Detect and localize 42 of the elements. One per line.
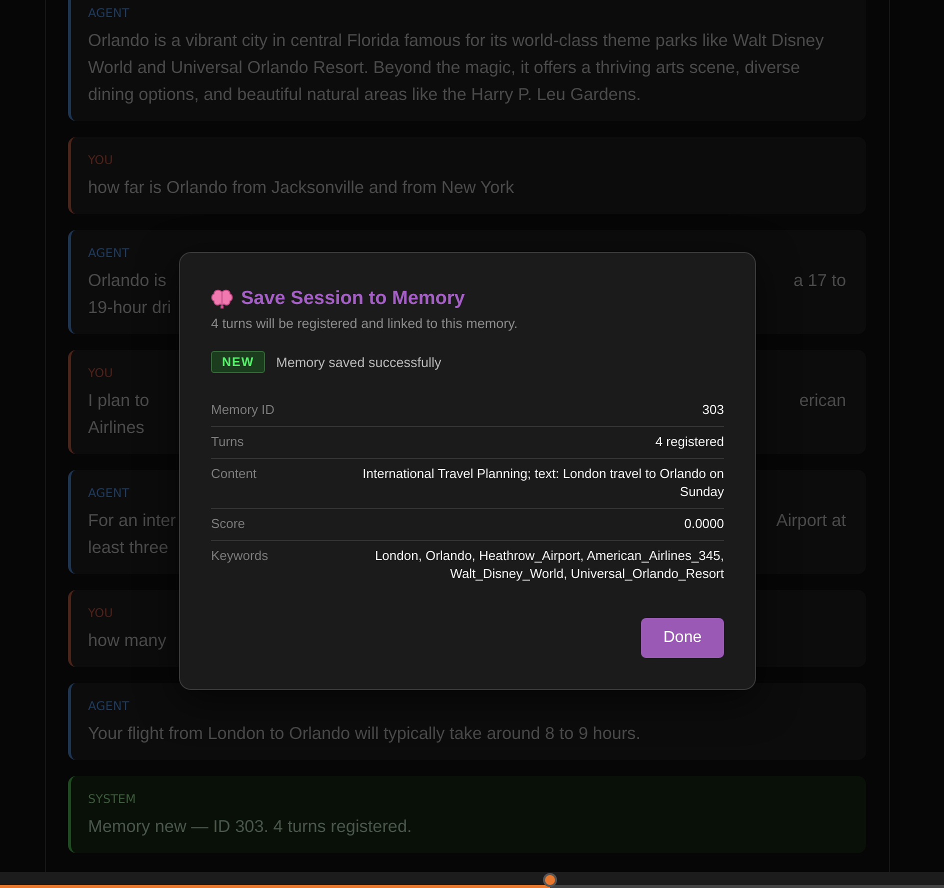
progress-track[interactable] [0,872,944,888]
progress-handle[interactable] [543,873,558,887]
message-text: dining options, and beautiful natural areas like the Harry P. Leu Gardens. [88,83,641,106]
message-text: Airlines [88,416,144,439]
message-text: 19-hour dri [88,296,172,319]
message-text: erican [799,389,846,412]
message-text: a 17 to [793,269,846,292]
message-text: Orlando is [88,269,166,292]
message-text: Your flight from London to Orlando will typically take around 8 to 9 hours. [88,722,641,745]
role-label: AGENT [88,245,130,261]
role-label: SYSTEM [88,791,136,807]
message-text: For an inter [88,509,176,532]
dialog-title: Save Session to Memory [241,287,465,311]
message-text: how many [88,629,166,652]
field-value: 303 [702,401,724,419]
message-text: Memory new — ID 303. 4 turns registered. [88,815,412,838]
field-label: Turns [211,433,244,451]
message-text: Airport at [776,509,846,532]
message-text: least three [88,536,168,559]
field-label: Score [211,515,245,533]
field-label: Keywords [211,547,268,565]
field-value: 4 registered [655,433,724,451]
field-label: Memory ID [211,401,275,419]
role-label: AGENT [88,5,130,21]
message-text: World and Universal Orlando Resort. Beyond the magic, it offers a thriving arts scene, diverse [88,56,800,79]
new-badge: NEW [211,351,266,373]
role-label: AGENT [88,485,130,501]
message-text: I plan to [88,389,150,412]
role-label: AGENT [88,698,130,714]
role-label: YOU [88,365,113,381]
role-label: YOU [88,152,113,168]
message-text: how far is Orlando from Jacksonville and from New York [88,176,514,199]
field-value: International Travel Planning; text: London travel to Orlando on Sunday [362,465,724,501]
done-button[interactable]: Done [641,618,724,658]
field-value: London, Orlando, Heathrow_Airport, American_Airlines_345, Walt_Disney_World, Universal_Orlando_Resort [374,547,724,583]
dialog-subtitle: 4 turns will be registered and linked to this memory. [211,316,519,331]
field-value: 0.0000 [684,515,724,533]
field-label: Content [211,465,257,483]
message-text: Orlando is a vibrant city in central Florida famous for its world-class theme parks like Walt Disney [88,29,824,52]
brain-icon [211,289,233,309]
status-text: Memory saved successfully [276,354,442,370]
role-label: YOU [88,605,113,621]
